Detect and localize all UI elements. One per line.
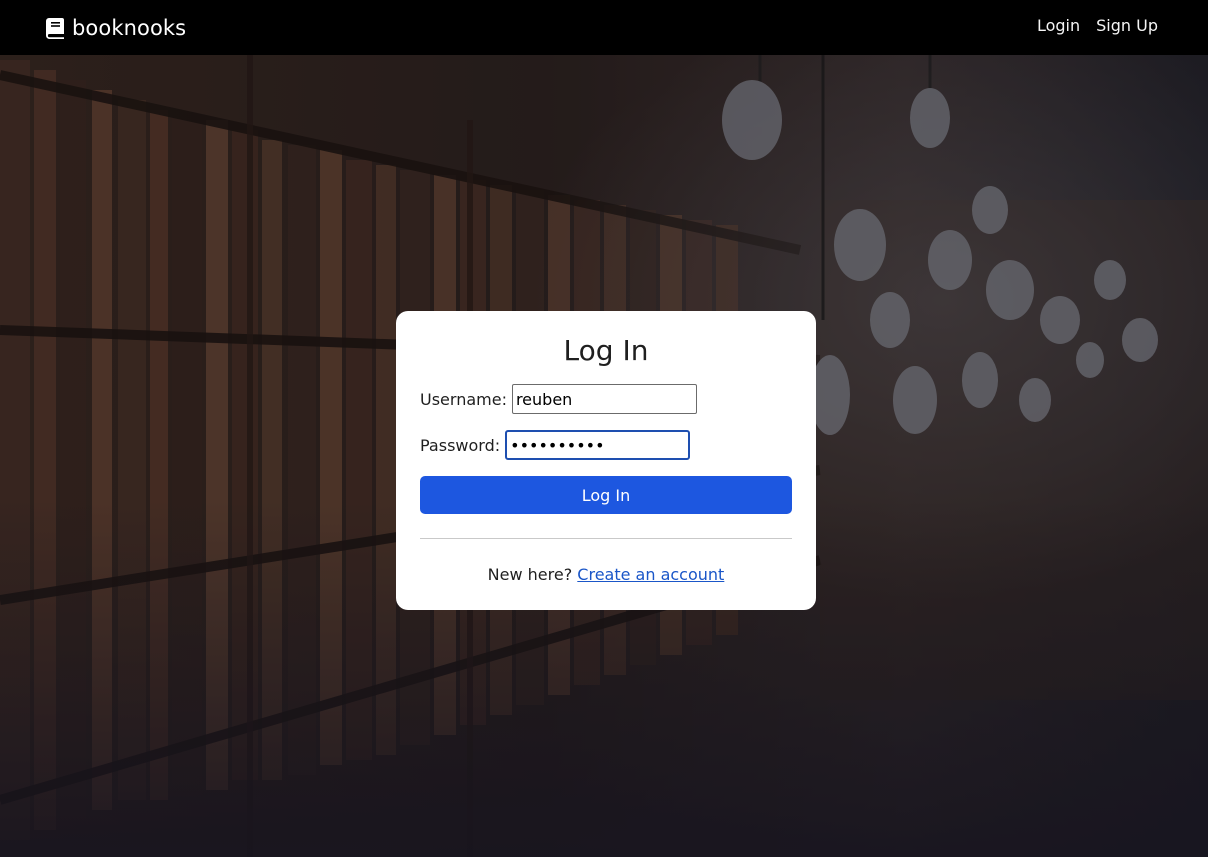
username-row: Username: xyxy=(420,384,792,414)
signup-prompt-row: New here? Create an account xyxy=(420,565,792,584)
username-input[interactable] xyxy=(511,384,697,414)
password-row: Password: xyxy=(420,430,792,460)
book-icon xyxy=(46,17,64,39)
signup-prompt-text: New here? xyxy=(487,565,573,584)
create-account-link[interactable]: Create an account xyxy=(577,565,724,584)
nav-login-link[interactable]: Login xyxy=(1037,16,1080,35)
login-card: Log In Username: Password: Log In New he… xyxy=(396,311,816,610)
top-navbar: booknooks Login Sign Up xyxy=(0,0,1208,55)
login-title: Log In xyxy=(563,334,649,367)
password-label: Password: xyxy=(420,435,501,455)
brand-home-link[interactable]: booknooks xyxy=(46,14,186,42)
nav-links: Login Sign Up xyxy=(1037,16,1158,35)
login-page: booknooks Login Sign Up Log In Username:… xyxy=(0,0,1208,857)
password-input[interactable] xyxy=(505,430,691,460)
username-label: Username: xyxy=(420,389,507,409)
brand-name: booknooks xyxy=(72,16,187,40)
card-divider xyxy=(420,538,792,539)
login-submit-button[interactable]: Log In xyxy=(420,476,792,514)
nav-signup-link[interactable]: Sign Up xyxy=(1096,16,1158,35)
